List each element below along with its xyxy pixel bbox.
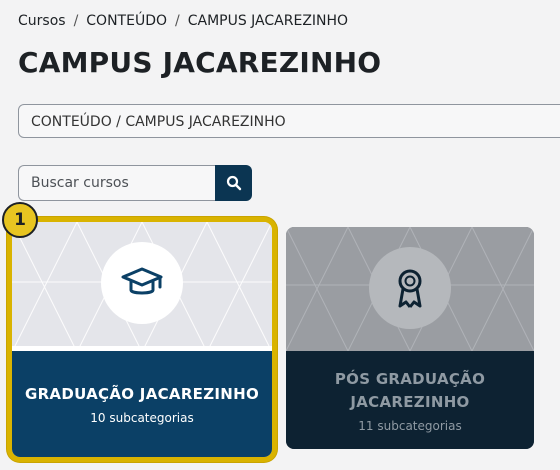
search-icon — [226, 175, 241, 191]
breadcrumb: Cursos / CONTEÚDO / CAMPUS JACAREZINHO — [18, 13, 348, 29]
card-subcategory-count: 10 subcategorias — [90, 411, 194, 425]
breadcrumb-item-cursos[interactable]: Cursos — [18, 13, 66, 29]
award-ribbon-icon — [398, 269, 422, 308]
category-card-pos-graduacao[interactable]: PÓS GRADUAÇÃO JACAREZINHO 11 subcategori… — [286, 227, 534, 449]
search-input[interactable] — [18, 165, 216, 201]
card-banner — [12, 222, 272, 352]
card-title: PÓS GRADUAÇÃO JACAREZINHO — [334, 369, 486, 411]
breadcrumb-separator: / — [73, 13, 79, 29]
search-button[interactable] — [215, 165, 252, 201]
card-icon-circle — [369, 247, 451, 329]
breadcrumb-item-current: CAMPUS JACAREZINHO — [187, 13, 349, 29]
card-subcategory-count: 11 subcategorias — [358, 418, 462, 433]
category-card-graduacao[interactable]: GRADUAÇÃO JACAREZINHO 10 subcategorias — [12, 222, 272, 457]
card-footer: GRADUAÇÃO JACAREZINHO 10 subcategorias — [12, 351, 272, 457]
breadcrumb-item-conteudo[interactable]: CONTEÚDO — [86, 13, 167, 29]
card-icon-circle — [101, 242, 183, 324]
search-bar — [18, 165, 252, 201]
category-select[interactable]: CONTEÚDO / CAMPUS JACAREZINHO — [18, 104, 560, 138]
graduation-cap-icon — [121, 267, 163, 295]
card-banner — [286, 227, 534, 351]
page-title: CAMPUS JACAREZINHO — [18, 46, 382, 79]
card-title: GRADUAÇÃO JACAREZINHO — [24, 385, 260, 403]
card-footer: PÓS GRADUAÇÃO JACAREZINHO 11 subcategori… — [286, 351, 534, 449]
step-badge: 1 — [2, 202, 38, 238]
breadcrumb-separator: / — [175, 13, 180, 29]
